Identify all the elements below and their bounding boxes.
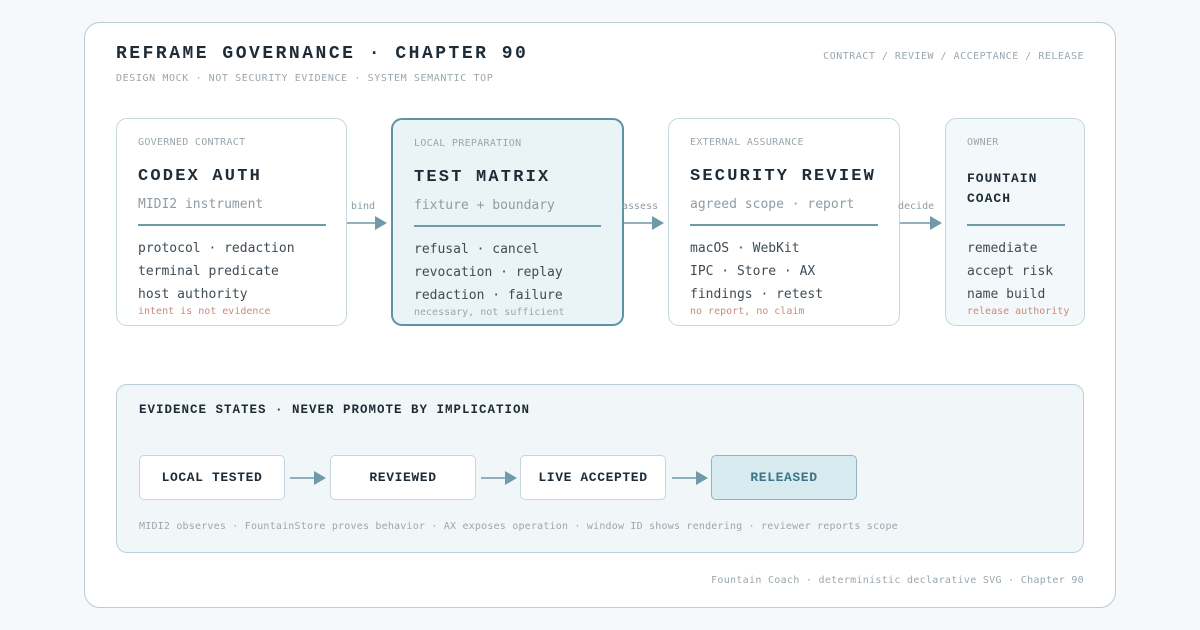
evidence-caption: MIDI2 observes · FountainStore proves be… bbox=[139, 521, 898, 532]
card-items: protocol · redaction terminal predicate … bbox=[138, 237, 295, 306]
card-governed-contract: GOVERNED CONTRACT CODEX AUTH MIDI2 instr… bbox=[116, 118, 347, 326]
card-item: refusal · cancel bbox=[414, 242, 540, 257]
card-external-assurance: EXTERNAL ASSURANCE SECURITY REVIEW agree… bbox=[668, 118, 900, 326]
card-local-preparation: LOCAL PREPARATION TEST MATRIX fixture + … bbox=[391, 118, 624, 326]
card-title: SECURITY REVIEW bbox=[690, 167, 877, 186]
card-item: remediate bbox=[967, 241, 1038, 256]
state-released: RELEASED bbox=[711, 455, 857, 500]
card-items: refusal · cancel revocation · replay red… bbox=[414, 238, 563, 307]
card-item: host authority bbox=[138, 287, 248, 302]
card-item: name build bbox=[967, 287, 1046, 302]
card-item: terminal predicate bbox=[138, 264, 279, 279]
footer-credit: Fountain Coach · deterministic declarati… bbox=[711, 575, 1084, 586]
card-divider bbox=[967, 224, 1065, 226]
card-item: findings · retest bbox=[690, 287, 824, 302]
state-local-tested: LOCAL TESTED bbox=[139, 455, 285, 500]
evidence-states-panel: EVIDENCE STATES · NEVER PROMOTE BY IMPLI… bbox=[116, 384, 1084, 553]
arrow-right-icon bbox=[347, 216, 387, 230]
connector-label-decide: decide bbox=[898, 201, 935, 212]
arrow-right-icon bbox=[481, 471, 517, 485]
card-note: necessary, not sufficient bbox=[414, 307, 565, 318]
card-item: redaction · failure bbox=[414, 288, 563, 303]
stage-nav: CONTRACT / REVIEW / ACCEPTANCE / RELEASE bbox=[823, 51, 1084, 62]
arrow-right-icon bbox=[672, 471, 708, 485]
page-subtitle: DESIGN MOCK · NOT SECURITY EVIDENCE · SY… bbox=[116, 73, 494, 84]
card-subtitle: agreed scope · report bbox=[690, 197, 855, 212]
state-live-accepted: LIVE ACCEPTED bbox=[520, 455, 666, 500]
connector-label-assess: assess bbox=[622, 201, 659, 212]
card-lane: LOCAL PREPARATION bbox=[414, 138, 522, 149]
page-title: REFRAME GOVERNANCE · CHAPTER 90 bbox=[116, 44, 529, 64]
card-subtitle: fixture + boundary bbox=[414, 198, 555, 213]
card-items: remediate accept risk name build bbox=[967, 237, 1053, 306]
card-note: intent is not evidence bbox=[138, 306, 271, 317]
card-divider bbox=[690, 224, 878, 226]
arrow-right-icon bbox=[900, 216, 942, 230]
card-item: IPC · Store · AX bbox=[690, 264, 816, 279]
card-title: FOUNTAIN COACH bbox=[967, 171, 1038, 206]
card-lane: GOVERNED CONTRACT bbox=[138, 137, 246, 148]
card-item: protocol · redaction bbox=[138, 241, 295, 256]
card-title: CODEX AUTH bbox=[138, 167, 263, 186]
card-lane: OWNER bbox=[967, 137, 999, 148]
connector-label-bind: bind bbox=[351, 201, 376, 212]
card-owner: OWNER FOUNTAIN COACH remediate accept ri… bbox=[945, 118, 1085, 326]
state-reviewed: REVIEWED bbox=[330, 455, 476, 500]
card-note: release authority bbox=[967, 306, 1070, 317]
card-item: revocation · replay bbox=[414, 265, 563, 280]
arrow-right-icon bbox=[290, 471, 326, 485]
card-title: TEST MATRIX bbox=[414, 168, 551, 187]
arrow-right-icon bbox=[624, 216, 664, 230]
card-divider bbox=[414, 225, 601, 227]
card-item: accept risk bbox=[967, 264, 1054, 279]
card-lane: EXTERNAL ASSURANCE bbox=[690, 137, 804, 148]
card-item: macOS · WebKit bbox=[690, 241, 800, 256]
card-note: no report, no claim bbox=[690, 306, 805, 317]
evidence-title: EVIDENCE STATES · NEVER PROMOTE BY IMPLI… bbox=[139, 403, 531, 417]
card-subtitle: MIDI2 instrument bbox=[138, 197, 264, 212]
card-divider bbox=[138, 224, 326, 226]
card-items: macOS · WebKit IPC · Store · AX findings… bbox=[690, 237, 823, 306]
